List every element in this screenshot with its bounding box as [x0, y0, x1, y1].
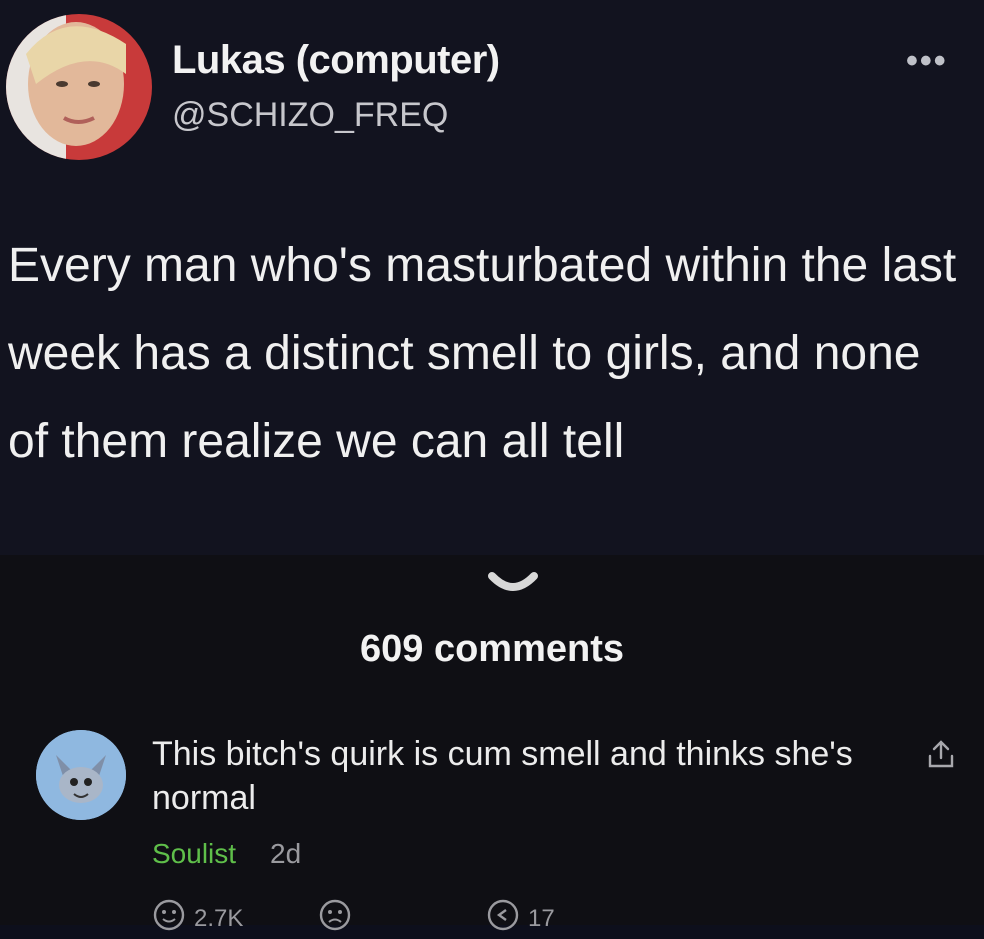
comment-age: 2d: [270, 838, 302, 869]
reply-count: 17: [528, 904, 555, 932]
comments-count: 609 comments: [359, 628, 624, 670]
like-action[interactable]: 2.7K: [152, 898, 243, 939]
reply-action[interactable]: 17: [486, 898, 555, 939]
tweet-handle[interactable]: @SCHIZO_FREQ: [172, 96, 448, 135]
reply-icon: [486, 898, 520, 939]
tweet-display-name[interactable]: Lukas (computer): [172, 38, 500, 83]
comment-author[interactable]: Soulist: [152, 838, 236, 870]
tweet-card: Lukas (computer) @SCHIZO_FREQ ••• Every …: [0, 0, 984, 555]
like-count: 2.7K: [194, 904, 244, 932]
share-icon[interactable]: [926, 738, 956, 775]
tweet-text: Every man who's masturbated within the l…: [8, 239, 957, 468]
frown-icon: [318, 898, 352, 939]
commenter-avatar[interactable]: [36, 730, 126, 820]
smile-icon: [152, 898, 186, 939]
tweet-avatar[interactable]: [6, 14, 152, 160]
dislike-action[interactable]: [318, 898, 352, 939]
comment-text: This bitch's quirk is cum smell and thin…: [152, 735, 853, 817]
chevron-down-icon[interactable]: [486, 568, 540, 609]
more-icon[interactable]: •••: [906, 42, 948, 81]
